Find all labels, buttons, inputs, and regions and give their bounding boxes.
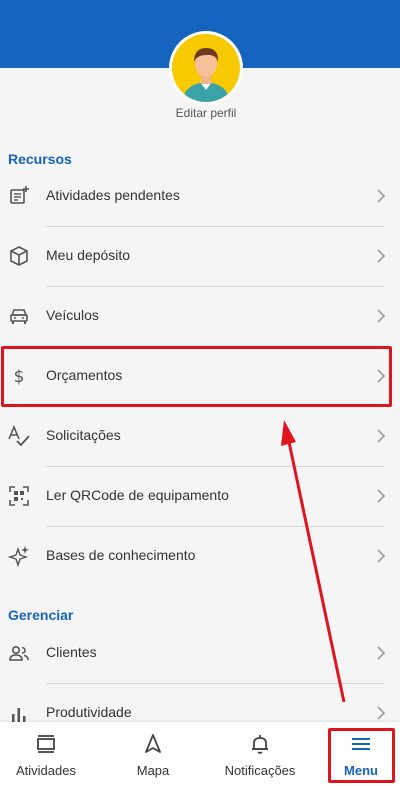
highlight-box-orcamentos — [1, 346, 392, 407]
nav-notificacoes[interactable]: Notificações — [212, 722, 308, 786]
menu-item-bases-conhecimento[interactable]: Bases de conhecimento — [0, 527, 400, 587]
car-icon — [10, 309, 28, 324]
chevron-right-icon — [377, 309, 386, 323]
package-icon — [10, 246, 28, 266]
menu-item-solicitacoes[interactable]: Solicitações — [0, 407, 400, 467]
menu-item-label: Bases de conhecimento — [46, 547, 196, 563]
navigation-icon — [145, 734, 161, 753]
chevron-right-icon — [377, 646, 386, 660]
section-title-recursos: Recursos — [8, 151, 72, 167]
chevron-right-icon — [377, 706, 386, 720]
nav-label: Notificações — [224, 763, 296, 778]
chevron-right-icon — [377, 429, 386, 443]
nav-label: Atividades — [16, 763, 76, 778]
menu-item-label: Ler QRCode de equipamento — [46, 487, 229, 503]
edit-profile-link[interactable]: Editar perfil — [0, 106, 400, 120]
menu-item-meu-deposito[interactable]: Meu depósito — [0, 227, 400, 287]
menu-item-label: Meu depósito — [46, 247, 131, 263]
people-icon — [9, 646, 29, 661]
chevron-right-icon — [377, 549, 386, 563]
menu-item-ler-qrcode[interactable]: Ler QRCode de equipamento — [0, 467, 400, 527]
menu-item-label: Clientes — [46, 644, 97, 660]
qrcode-icon — [9, 486, 29, 506]
chevron-right-icon — [377, 249, 386, 263]
avatar[interactable] — [169, 31, 243, 105]
menu-item-veiculos[interactable]: Veículos — [0, 287, 400, 347]
nav-mapa[interactable]: Mapa — [112, 722, 194, 786]
menu-item-label: Solicitações — [46, 427, 121, 443]
nav-label: Mapa — [136, 763, 170, 778]
sparkles-icon — [8, 546, 29, 567]
bell-icon — [252, 735, 268, 754]
menu-item-clientes[interactable]: Clientes — [0, 624, 400, 684]
pending-list-icon — [10, 186, 29, 204]
chevron-right-icon — [377, 489, 386, 503]
nav-atividades[interactable]: Atividades — [4, 722, 88, 786]
menu-item-atividades-pendentes[interactable]: Atividades pendentes — [0, 167, 400, 227]
chevron-right-icon — [377, 189, 386, 203]
menu-item-label: Atividades pendentes — [46, 187, 180, 203]
menu-item-label: Produtividade — [46, 704, 132, 720]
spellcheck-icon — [8, 425, 30, 447]
section-title-gerenciar: Gerenciar — [8, 607, 74, 623]
activities-icon — [37, 735, 55, 753]
menu-item-label: Veículos — [46, 307, 99, 323]
bar-chart-icon — [12, 708, 26, 722]
user-avatar-icon — [172, 34, 240, 102]
highlight-box-menu — [328, 728, 395, 783]
